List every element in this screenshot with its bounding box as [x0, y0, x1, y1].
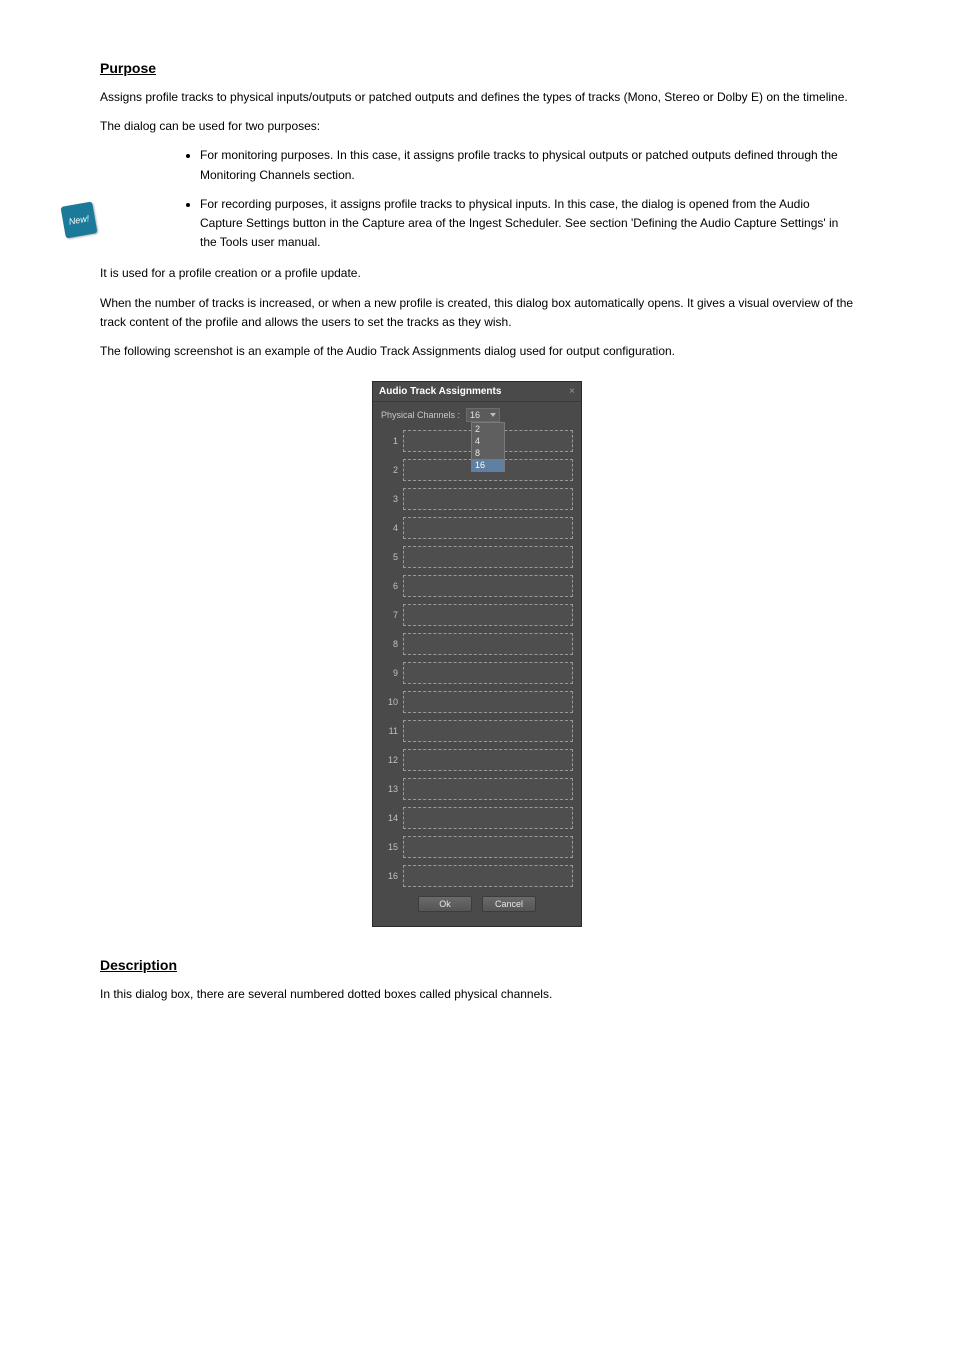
dropdown-option[interactable]: 4: [472, 435, 504, 447]
channel-number: 3: [381, 494, 403, 504]
section-heading-purpose: Purpose: [100, 60, 854, 76]
channel-slots: 1 2 3 4 5 6 7 8 9 10 11 12 13 14 15 16: [381, 426, 573, 890]
channel-row: 3: [381, 484, 573, 513]
dialog-screenshot: Audio Track Assignments × Physical Chann…: [372, 381, 582, 927]
channel-dropzone[interactable]: [403, 778, 573, 800]
dialog-button-row: Ok Cancel: [381, 890, 573, 920]
physical-channels-dropdown[interactable]: 2 4 8 16: [471, 422, 505, 472]
channel-number: 8: [381, 639, 403, 649]
new-badge-label: New!: [68, 213, 90, 226]
channel-row: 14: [381, 803, 573, 832]
channel-row: 10: [381, 687, 573, 716]
ok-button-label: Ok: [439, 899, 451, 909]
audio-track-assignments-dialog: Audio Track Assignments × Physical Chann…: [372, 381, 582, 927]
channel-dropzone[interactable]: [403, 720, 573, 742]
channel-number: 16: [381, 871, 403, 881]
channel-row: 8: [381, 629, 573, 658]
channel-dropzone[interactable]: [403, 546, 573, 568]
cancel-button-label: Cancel: [495, 899, 523, 909]
channel-number: 1: [381, 436, 403, 446]
channel-row: 7: [381, 600, 573, 629]
dialog-titlebar: Audio Track Assignments ×: [373, 382, 581, 402]
cancel-button[interactable]: Cancel: [482, 896, 536, 912]
ok-button[interactable]: Ok: [418, 896, 472, 912]
physical-channels-value: 16: [470, 410, 480, 420]
channel-row: 9: [381, 658, 573, 687]
dropdown-option[interactable]: 8: [472, 447, 504, 459]
list-item: For monitoring purposes. In this case, i…: [200, 146, 854, 184]
dialog-body: Physical Channels : 16 2 4 8 16 1 2 3: [373, 402, 581, 926]
channel-number: 5: [381, 552, 403, 562]
channel-dropzone[interactable]: [403, 749, 573, 771]
dropdown-option[interactable]: 16: [472, 459, 504, 471]
paragraph: The dialog can be used for two purposes:: [100, 117, 854, 136]
channel-dropzone[interactable]: [403, 488, 573, 510]
close-icon[interactable]: ×: [569, 386, 575, 397]
paragraph: The following screenshot is an example o…: [100, 342, 854, 361]
channel-number: 13: [381, 784, 403, 794]
paragraph: In this dialog box, there are several nu…: [100, 985, 854, 1004]
channel-dropzone[interactable]: [403, 575, 573, 597]
channel-number: 10: [381, 697, 403, 707]
physical-channels-select[interactable]: 16: [466, 408, 500, 422]
channel-row: 13: [381, 774, 573, 803]
channel-row: 12: [381, 745, 573, 774]
channel-number: 7: [381, 610, 403, 620]
paragraph: It is used for a profile creation or a p…: [100, 264, 854, 283]
channel-dropzone[interactable]: [403, 662, 573, 684]
channel-dropzone[interactable]: [403, 807, 573, 829]
channel-row: 16: [381, 861, 573, 890]
dialog-title: Audio Track Assignments: [379, 386, 501, 397]
channel-number: 15: [381, 842, 403, 852]
chevron-down-icon: [490, 413, 496, 417]
channel-number: 9: [381, 668, 403, 678]
description-section: Description In this dialog box, there ar…: [100, 957, 854, 1004]
channel-number: 6: [381, 581, 403, 591]
channel-dropzone[interactable]: [403, 691, 573, 713]
channel-row: 4: [381, 513, 573, 542]
page-content: Purpose Assigns profile tracks to physic…: [0, 0, 954, 1054]
channel-row: 6: [381, 571, 573, 600]
paragraph: Assigns profile tracks to physical input…: [100, 88, 854, 107]
channel-number: 11: [381, 726, 403, 736]
channel-row: 5: [381, 542, 573, 571]
paragraph: When the number of tracks is increased, …: [100, 294, 854, 332]
channel-row: 11: [381, 716, 573, 745]
bullet-list: For monitoring purposes. In this case, i…: [200, 146, 854, 252]
physical-channels-row: Physical Channels : 16: [381, 408, 573, 422]
channel-dropzone[interactable]: [403, 604, 573, 626]
channel-number: 4: [381, 523, 403, 533]
channel-row: 15: [381, 832, 573, 861]
physical-channels-label: Physical Channels :: [381, 410, 460, 420]
channel-dropzone[interactable]: [403, 633, 573, 655]
dropdown-option[interactable]: 2: [472, 423, 504, 435]
channel-number: 14: [381, 813, 403, 823]
channel-number: 12: [381, 755, 403, 765]
list-item: For recording purposes, it assigns profi…: [200, 195, 854, 253]
channel-number: 2: [381, 465, 403, 475]
section-heading-description: Description: [100, 957, 854, 973]
channel-dropzone[interactable]: [403, 836, 573, 858]
channel-dropzone[interactable]: [403, 517, 573, 539]
new-badge: New!: [60, 201, 97, 238]
channel-dropzone[interactable]: [403, 865, 573, 887]
